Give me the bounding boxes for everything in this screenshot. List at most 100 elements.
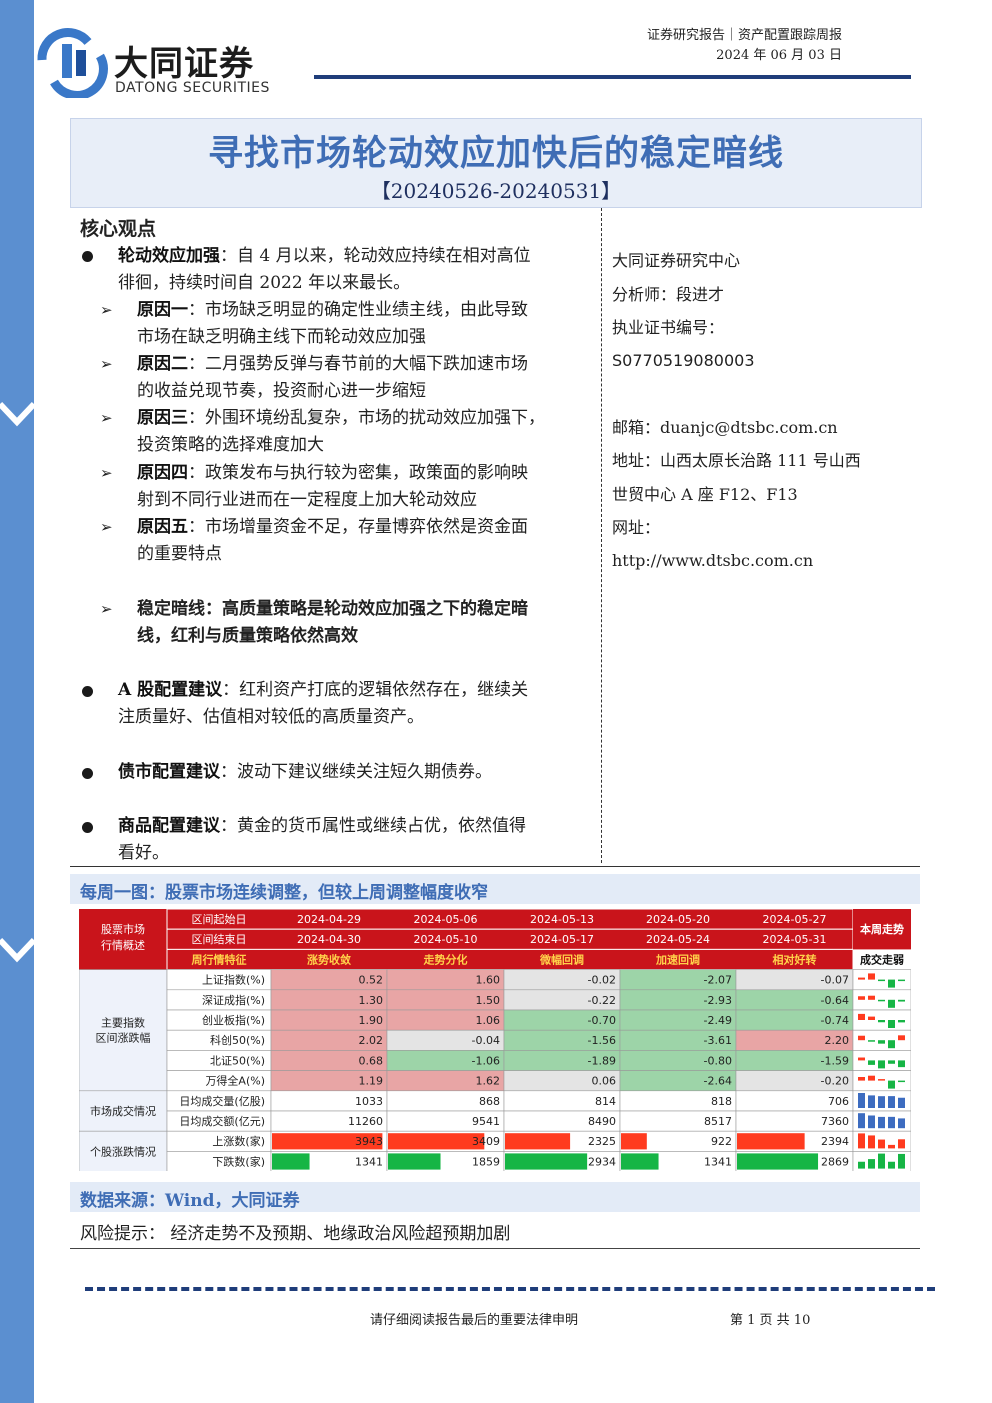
value-text: 9541 (472, 1115, 500, 1128)
value-text: 3409 (472, 1135, 500, 1148)
value-text: 1341 (704, 1155, 732, 1168)
bar-mark (272, 1153, 310, 1170)
sparkline-bar (898, 999, 905, 1002)
research-center: 大同证券研究中心 (612, 251, 741, 270)
sparkline-bar (878, 1020, 885, 1023)
sparkline-bar (878, 1139, 885, 1149)
value-text: 7360 (821, 1115, 849, 1128)
arrow-icon: ➢ (100, 301, 113, 319)
sparkline-bar (858, 1013, 865, 1020)
bullet-dot (82, 822, 93, 833)
sparkline-bar (898, 1097, 905, 1108)
sparkline-bar (898, 1035, 905, 1041)
value-text: 1.62 (476, 1075, 501, 1088)
analyst-name: 分析师：段进才 (612, 285, 725, 304)
bullet-bond: 债市配置建议：波动下建议继续关注短久期债券。 (118, 759, 594, 786)
sparkline-bar (888, 999, 895, 1008)
brand-name-cn: 大同证券 (114, 44, 254, 84)
sparkline-bar (858, 996, 865, 1000)
stable-line-text: 稳定暗线：高质量策略是轮动效应加强之下的稳定暗 (137, 599, 528, 619)
arrow-icon: ➢ (100, 464, 113, 482)
value-text: -0.74 (821, 1014, 849, 1027)
value-text: 2934 (588, 1155, 616, 1168)
sparkline-bar (878, 1096, 885, 1108)
value-text: -2.07 (704, 974, 732, 987)
brand-name-en: DATONG SECURITIES (115, 80, 270, 96)
sparkline-bar (888, 1020, 895, 1028)
bullet-a-share: A 股配置建议：红利资产打底的逻辑依然存在，继续关 注质量好、估值相对较低的高质… (118, 677, 594, 731)
reason-text: 的重要特点 (137, 544, 222, 564)
header-label: 区间结束日 (192, 933, 247, 946)
chevron-down-icon (0, 937, 34, 963)
sparkline-bar (868, 1016, 875, 1020)
title-box: 寻找市场轮动效应加快后的稳定暗线 【20240526-20240531】 (70, 118, 922, 208)
value-text: 2325 (588, 1135, 616, 1148)
reason-1: 原因一：市场缺乏明显的确定性业绩主线，由此导致 市场在缺乏明确主线下而轮动效应加… (137, 297, 597, 351)
sparkline-bar (868, 1040, 875, 1042)
bar-mark (388, 1133, 485, 1150)
website-link[interactable]: http://www.dtsbc.com.cn (612, 550, 813, 572)
figure-title: 每周一图：股票市场连续调整，但较上周调整幅度收窄 (80, 883, 488, 903)
bullet-dot (82, 768, 93, 779)
bullet-bold: A 股配置建议 (118, 680, 223, 700)
value-text: 1033 (355, 1095, 383, 1108)
weekly-market-table: 股票市场行情概述 区间起始日 2024-04-29 2024-05-06 2024-05… (79, 909, 911, 1171)
reason-text: ：市场缺乏明显的确定性业绩主线，由此导致 (188, 300, 528, 320)
sparkline-bar (878, 999, 885, 1002)
value-text: -1.59 (821, 1054, 849, 1067)
sparkline-bar (888, 1060, 895, 1064)
bullet-text: ：红利资产打底的逻辑依然存在，继续关 (222, 680, 529, 700)
sparkline-bar (888, 1144, 895, 1149)
bullet-dot (82, 686, 93, 697)
value-text: 1.19 (359, 1075, 384, 1088)
date-cell: 2024-05-31 (763, 933, 827, 946)
date-cell: 2024-05-06 (414, 913, 478, 926)
date-cell: 2024-05-13 (530, 913, 594, 926)
header-rule (314, 75, 911, 79)
value-text: -0.70 (588, 1014, 616, 1027)
risk-rule (70, 1248, 920, 1249)
reason-bold: 原因一 (137, 300, 188, 320)
row-name: 上证指数(%) (202, 973, 265, 987)
group-label: 市场成交情况 (90, 1104, 156, 1118)
corner-label: 股票市场 (101, 922, 145, 936)
sparkline-bar (898, 1080, 905, 1083)
source-bar: 数据来源：Wind，大同证券 (70, 1182, 920, 1212)
sparkline-bar (868, 995, 875, 1000)
bullet-bold: 商品配置建议 (118, 816, 220, 836)
group-label: 区间涨跌幅 (96, 1031, 151, 1045)
left-color-bar (0, 0, 34, 1403)
value-text: -1.89 (588, 1054, 616, 1067)
sparkline-bar (858, 1093, 865, 1108)
sparkline-bar (898, 1118, 905, 1129)
core-views-heading: 核心观点 (80, 218, 157, 240)
report-header-meta: 证券研究报告｜资产配置跟踪周报 2024 年 06 月 03 日 (647, 26, 842, 66)
email[interactable]: 邮箱：duanjc@dtsbc.com.cn (612, 417, 838, 439)
value-text: 922 (711, 1135, 732, 1148)
address-line-1: 地址：山西太原长治路 111 号山西 (612, 451, 861, 470)
risk-warning: 风险提示： 经济走势不及预期、地缘政治风险超预期加剧 (80, 1224, 511, 1244)
sparkline-bar (858, 1113, 865, 1129)
row-name: 深证成指(%) (202, 993, 265, 1007)
arrow-icon: ➢ (100, 600, 113, 618)
value-text: 868 (479, 1095, 500, 1108)
bullet-text: ：黄金的货币属性或继续占优，依然值得 (220, 816, 526, 836)
bar-mark (737, 1133, 805, 1150)
value-text: 8517 (704, 1115, 732, 1128)
sparkline-bar (878, 1116, 885, 1129)
value-text: -0.80 (704, 1054, 732, 1067)
bullet-text: 注质量好、估值相对较低的高质量资产。 (118, 707, 424, 727)
header-row (166, 909, 854, 930)
bullet-dot (82, 251, 93, 262)
date-cell: 2024-04-30 (297, 933, 361, 946)
sparkline-bar (868, 1095, 875, 1108)
value-text: 706 (828, 1095, 849, 1108)
value-text: 11260 (348, 1115, 383, 1128)
value-text: -2.64 (704, 1075, 732, 1088)
bar-mark (388, 1153, 441, 1170)
corner-label: 行情概述 (101, 939, 145, 952)
arrow-icon: ➢ (100, 409, 113, 427)
value-text: -1.06 (472, 1054, 500, 1067)
page-number: 第 1 页 共 10 (730, 1313, 811, 1328)
value-text: -0.04 (472, 1034, 500, 1047)
